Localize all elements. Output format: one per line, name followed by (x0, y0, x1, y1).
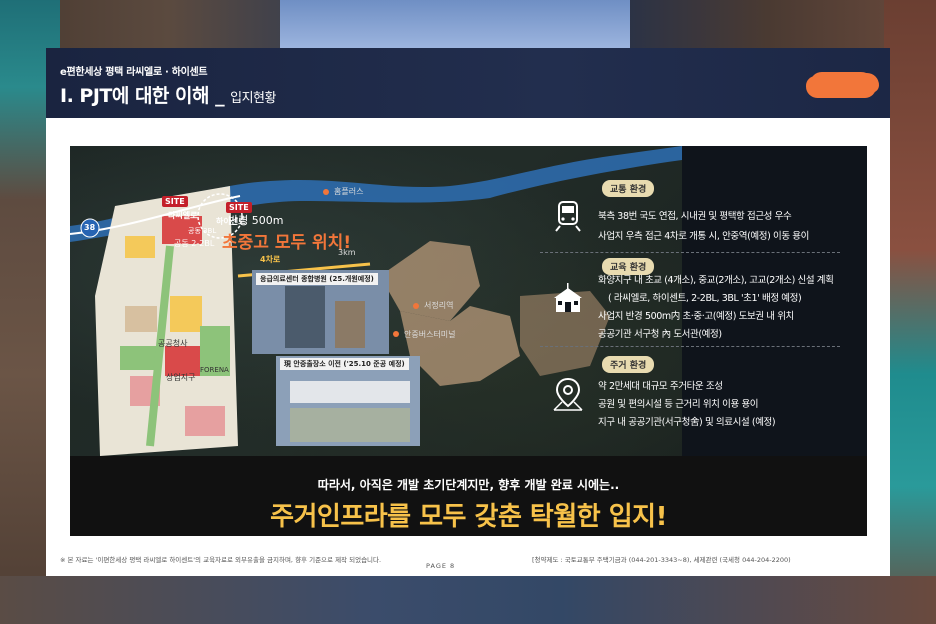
site-tag-1: SITE (162, 196, 188, 207)
education-line-2: ( 라씨엘로, 하이센트, 2-2BL, 3BL '초1' 배정 예정) (608, 293, 802, 304)
marker-seojeong (413, 303, 419, 309)
transport-line-1: 북측 38번 국도 연접, 시내권 및 평택항 접근성 우수 (598, 211, 792, 222)
slide-page: e편한세상 평택 라씨엘로 · 하이센트 Ⅰ. PJT에 대한 이해 _ 입지현황 (46, 48, 890, 576)
background-right (884, 0, 936, 624)
location-map: SITE 라씨엘로 SITE 하이센트 반경 500m 초중고 모두 위치! 4… (70, 146, 682, 456)
distance-label: 3km (338, 248, 356, 257)
hospital-building-2 (335, 301, 365, 348)
hospital-caption: 응급의료센터 종합병원 (25.개원예정) (256, 273, 378, 285)
slide-header: e편한세상 평택 라씨엘로 · 하이센트 Ⅰ. PJT에 대한 이해 _ 입지현황 (46, 48, 890, 118)
district-block-5 (170, 296, 202, 332)
education-line-3: 사업지 반경 500m内 초·중·고(예정) 도보권 내 위치 (598, 311, 794, 322)
hospital-building (285, 286, 325, 348)
district-block-3 (125, 306, 157, 332)
background-bottom (0, 576, 936, 624)
transport-title: 교통 환경 (602, 180, 655, 197)
commercial-label: 상업지구 (166, 373, 196, 382)
train-icon (555, 201, 581, 232)
school-icon (554, 283, 582, 312)
education-line-4: 공공기관 서구청 內 도서관(예정) (598, 329, 722, 340)
living-line-1: 약 2만세대 대규모 주거타운 조성 (598, 381, 723, 392)
marker-bus (393, 331, 399, 337)
content-image: SITE 라씨엘로 SITE 하이센트 반경 500m 초중고 모두 위치! 4… (70, 146, 867, 536)
footer-contact: [청약제도 : 국토교통부 주택기금과 (044-201-3343~8), 세제… (532, 556, 791, 564)
district-block-9 (185, 406, 225, 436)
parcel-label-2: 공동 3BL (188, 227, 217, 235)
separator-2 (540, 346, 840, 347)
office-plaza (290, 408, 410, 442)
marker-homeplus (323, 189, 329, 195)
route-label: 38 (84, 223, 96, 232)
conclusion-line-1: 따라서, 아직은 개발 초기단계지만, 향후 개발 완료 시에는.. (317, 478, 620, 492)
office-building (290, 381, 410, 403)
public-label: 공공청사 (158, 339, 188, 348)
title-main: Ⅰ. PJT에 대한 이해 _ (60, 85, 225, 107)
orange-cloud-icon (810, 72, 876, 98)
page-number: PAGE 8 (426, 562, 456, 570)
bus-terminal-label: 안중버스터미널 (404, 330, 456, 339)
map-headline: 초중고 모두 위치! (222, 233, 352, 253)
site-name-1: 라씨엘로 (168, 211, 198, 220)
homeplus-label: 홈플러스 (334, 187, 364, 196)
parcel-label-1: 공동 2-2BL (174, 239, 215, 248)
district-block-1 (125, 236, 155, 258)
title-sub: 입지현황 (230, 91, 276, 106)
radius-label: 반경 500m (228, 214, 284, 227)
brand-label: e편한세상 평택 라씨엘로 · 하이센트 (60, 67, 208, 78)
road-label: 4차로 (260, 255, 281, 264)
separator-1 (540, 252, 840, 253)
conclusion-line-2: 주거인프라를 모두 갖춘 탁월한 입지! (270, 502, 667, 532)
map-graphic (70, 146, 682, 456)
office-caption: 現 안중출장소 이전 ('25.10 준공 예정) (280, 358, 409, 370)
footer-note: ※ 본 자료는 '이편한세상 평택 라씨엘로 하이센트'의 교육자료로 외부유출… (60, 556, 382, 564)
living-title: 주거 환경 (602, 356, 655, 373)
living-line-2: 공원 및 편의시설 등 근거리 위치 이용 용이 (598, 399, 759, 410)
transport-line-2: 사업지 우측 접근 4차로 개통 시, 안중역(예정) 이동 용이 (598, 231, 809, 242)
page-title: Ⅰ. PJT에 대한 이해 _ 입지현황 (60, 81, 276, 108)
forena-label: FORENA (200, 366, 229, 374)
background-sky (280, 0, 630, 48)
education-line-1: 화양지구 내 초교 (4개소), 중교(2개소), 고교(2개소) 신설 계획 (598, 275, 834, 286)
location-pin-icon (553, 377, 583, 411)
living-line-3: 지구 내 공공기관(서구청舍) 및 의료시설 (예정) (598, 417, 776, 428)
seojeong-label: 서정리역 (424, 301, 454, 310)
